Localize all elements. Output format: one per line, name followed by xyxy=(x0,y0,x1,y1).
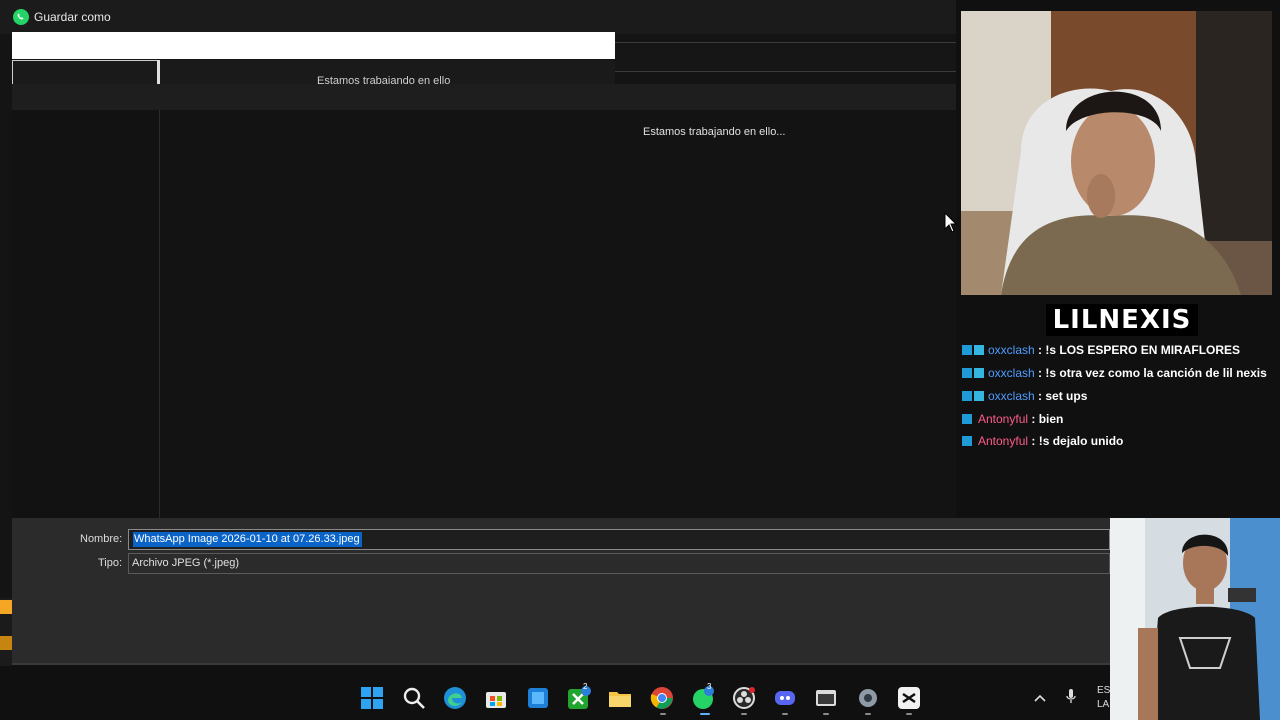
chat-badge-icon xyxy=(962,414,972,424)
chat-username: Antonyful xyxy=(978,434,1029,448)
file-type-select[interactable] xyxy=(128,553,1110,574)
filename-selected-text[interactable]: WhatsApp Image 2026-01-10 at 07.26.33.jp… xyxy=(133,532,362,547)
overlay-orange-bar-2 xyxy=(0,636,12,650)
running-indicator xyxy=(865,713,871,715)
taskbar xyxy=(0,674,1110,720)
window-title: Guardar como xyxy=(34,10,111,24)
running-indicator xyxy=(660,713,666,715)
chat-badge-icon xyxy=(962,345,972,355)
discord-icon[interactable] xyxy=(773,686,797,710)
running-indicator xyxy=(741,713,747,715)
title-bar xyxy=(0,0,956,34)
microphone-icon[interactable] xyxy=(1065,688,1077,709)
chat-username: oxxclash xyxy=(988,343,1035,357)
loading-message: Estamos trabajando en ello... xyxy=(643,126,786,138)
search-box-area[interactable] xyxy=(615,43,956,72)
windows-start-icon[interactable] xyxy=(360,686,384,710)
tab-divider xyxy=(157,60,160,84)
streamer-name: LILNEXIS xyxy=(1052,305,1192,335)
language-indicator[interactable]: ES LA xyxy=(1097,684,1110,712)
navigation-pane[interactable] xyxy=(12,110,159,518)
running-indicator xyxy=(782,713,788,715)
chat-text: : !s LOS ESPERO EN MIRAFLORES xyxy=(1038,343,1241,357)
chat-message: oxxclash : !s LOS ESPERO EN MIRAFLORES xyxy=(962,343,1240,357)
search-icon[interactable] xyxy=(402,686,426,710)
command-bar-ghost-text: Estamos trabajando en ello xyxy=(317,75,451,84)
obs-icon[interactable] xyxy=(732,686,756,710)
chat-username: oxxclash xyxy=(988,389,1035,403)
xbox-badge: 2 xyxy=(583,682,588,691)
chat-username: Antonyful xyxy=(978,412,1029,426)
chat-badge-icon xyxy=(962,391,972,401)
chat-text: : bien xyxy=(1031,412,1064,426)
chat-badge-icon xyxy=(974,391,984,401)
address-bar[interactable] xyxy=(12,32,615,59)
blue-app-icon[interactable] xyxy=(526,686,550,710)
whatsapp-icon xyxy=(13,9,29,25)
type-label: Tipo: xyxy=(98,557,123,569)
language-line-2: LA xyxy=(1097,699,1110,710)
chat-badge-icon xyxy=(962,436,972,446)
chat-username: oxxclash xyxy=(988,366,1035,380)
name-label: Nombre: xyxy=(80,533,123,545)
file-explorer-icon[interactable] xyxy=(608,686,632,710)
running-indicator xyxy=(906,713,912,715)
chat-badge-icon xyxy=(962,368,972,378)
chrome-icon[interactable] xyxy=(650,686,674,710)
secondary-camera-feed xyxy=(1110,518,1280,720)
chat-message: oxxclash : set ups xyxy=(962,389,1087,403)
store-icon[interactable] xyxy=(484,686,508,710)
chat-message: Antonyful : bien xyxy=(962,412,1063,426)
nav-tab[interactable] xyxy=(12,60,158,84)
chat-message: Antonyful : !s dejalo unido xyxy=(962,434,1123,448)
whatsapp-badge: 3 xyxy=(707,682,712,691)
chat-badge-icon xyxy=(974,345,984,355)
settings-icon[interactable] xyxy=(856,686,880,710)
webcam-feed xyxy=(961,11,1272,295)
file-type-value: Archivo JPEG (*.jpeg) xyxy=(132,557,239,569)
language-line-1: ES xyxy=(1097,685,1111,696)
column-header-band xyxy=(12,84,956,110)
form-divider xyxy=(12,663,1110,665)
mouse-cursor-icon xyxy=(944,211,958,239)
chat-text: : !s otra vez como la canción de lil nex… xyxy=(1038,366,1267,380)
chat-text: : !s dejalo unido xyxy=(1031,434,1124,448)
chat-badge-icon xyxy=(974,368,984,378)
file-list-pane[interactable] xyxy=(160,110,956,518)
overlay-orange-bar xyxy=(0,600,12,614)
chevron-up-icon[interactable] xyxy=(1034,690,1046,708)
running-indicator xyxy=(823,713,829,715)
edge-icon[interactable] xyxy=(443,686,467,710)
capcut-icon[interactable] xyxy=(897,686,921,710)
chat-message: oxxclash : !s otra vez como la canción d… xyxy=(962,366,1267,380)
capture-app-icon[interactable] xyxy=(814,686,838,710)
chat-text: : set ups xyxy=(1038,389,1088,403)
active-indicator xyxy=(700,713,710,715)
